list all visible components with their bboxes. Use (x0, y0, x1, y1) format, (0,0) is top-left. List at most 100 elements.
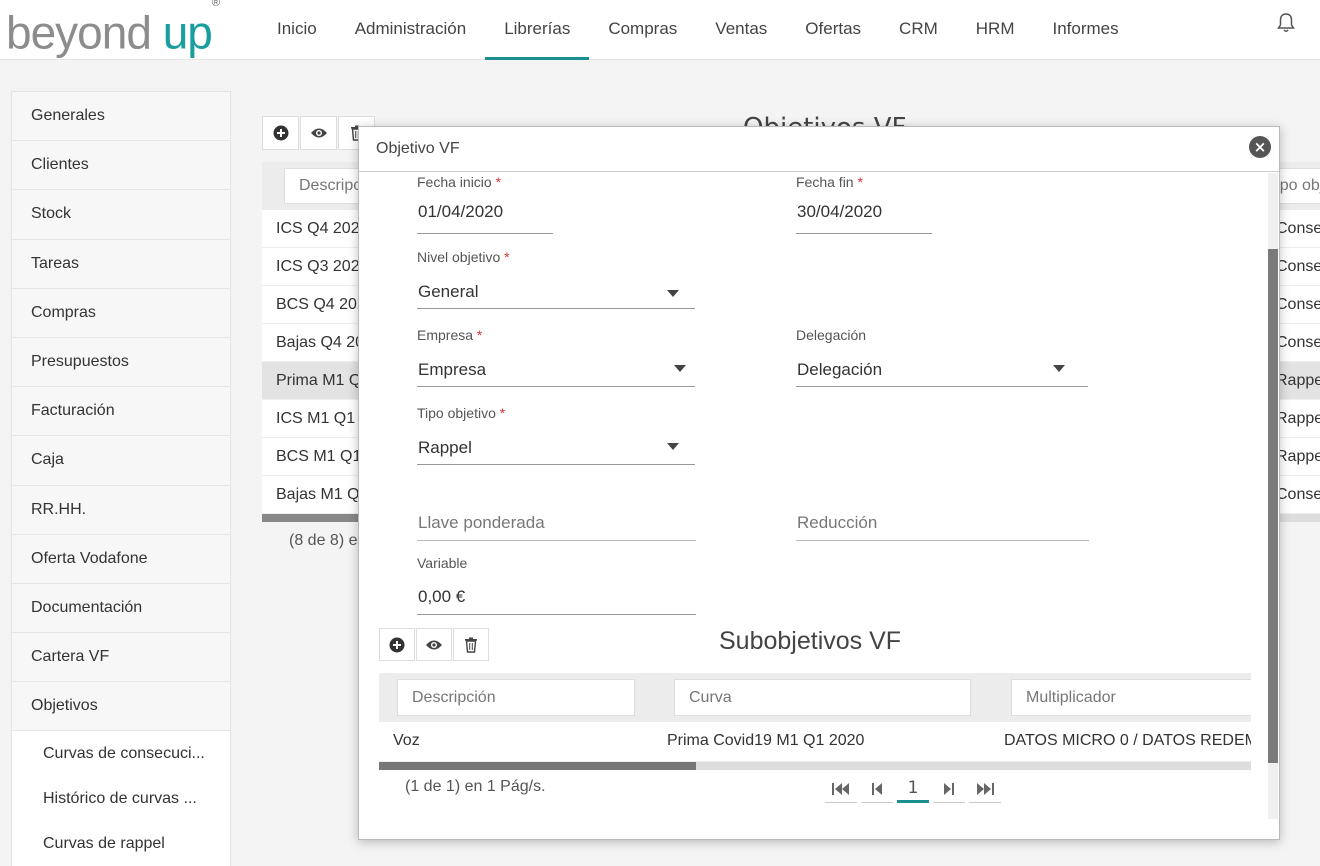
chevron-down-icon[interactable] (1053, 365, 1065, 372)
nav-crm[interactable]: CRM (880, 0, 957, 60)
brand-mark: ® (211, 0, 220, 9)
nav-ofertas[interactable]: Ofertas (786, 0, 880, 60)
tipo-objetivo-select[interactable]: Rappel (417, 432, 695, 465)
eye-icon (310, 128, 327, 138)
chevron-down-icon[interactable] (674, 365, 686, 372)
row-type: Rappel (1276, 410, 1320, 427)
objetivo-dialog: Objetivo VF × Fecha inicio * 01/04/2020 … (358, 126, 1280, 840)
add-subobjetivo-button[interactable] (379, 628, 415, 661)
nivel-objetivo-label: Nivel objetivo * (417, 249, 695, 265)
eye-icon (426, 640, 442, 649)
view-subobjetivo-button[interactable] (416, 628, 452, 661)
delete-subobjetivo-button[interactable] (453, 628, 489, 661)
brand-part1: beyond (6, 6, 152, 59)
scrollbar-thumb[interactable] (379, 762, 696, 770)
dialog-scrollbar[interactable] (1268, 173, 1278, 819)
nivel-objetivo-select[interactable]: General (417, 276, 695, 309)
subobjetivos-record-count: (1 de 1) en 1 Pág/s. (405, 778, 546, 795)
row-description: ICS M1 Q1 (276, 410, 356, 427)
row-description: Bajas M1 Q1 (276, 486, 369, 503)
sidebar-item-presupuestos[interactable]: Presupuestos (12, 337, 230, 388)
required-mark: * (504, 249, 510, 265)
top-bar: beyond up® Inicio Administración Librerí… (0, 0, 1320, 60)
row-type: Consecución (1276, 334, 1320, 351)
plus-circle-icon (273, 125, 288, 141)
sidebar-subitem-historico-curvas[interactable]: Histórico de curvas ... (12, 776, 230, 822)
add-button[interactable] (262, 116, 299, 150)
fecha-inicio-label: Fecha inicio * (417, 174, 553, 190)
required-mark: * (476, 327, 483, 343)
nav-librerias[interactable]: Librerías (485, 0, 590, 60)
nav-compras[interactable]: Compras (589, 0, 696, 60)
view-button[interactable] (300, 116, 337, 150)
next-page-button[interactable] (933, 775, 965, 803)
trash-icon (465, 637, 477, 653)
empresa-field: Empresa * Empresa (417, 327, 695, 388)
fecha-inicio-input[interactable]: 01/04/2020 (417, 202, 553, 234)
descripcion-filter[interactable]: Descripción (397, 679, 635, 716)
empresa-select[interactable]: Empresa (417, 354, 695, 387)
close-icon[interactable]: × (1249, 136, 1271, 158)
curva-filter[interactable]: Curva (674, 679, 971, 716)
chevron-down-icon[interactable] (667, 443, 679, 450)
fecha-inicio-label-text: Fecha inicio (417, 174, 492, 190)
sidebar-item-oferta-vodafone[interactable]: Oferta Vodafone (12, 534, 230, 584)
sidebar-item-documentacion[interactable]: Documentación (12, 583, 230, 634)
fecha-fin-input[interactable]: 30/04/2020 (796, 202, 932, 234)
subobjetivos-scrollbar[interactable] (379, 762, 1251, 770)
row-description: Voz (393, 732, 420, 749)
nav-informes[interactable]: Informes (1033, 0, 1137, 60)
row-multiplicador: DATOS MICRO 0 / DATOS REDEM (1004, 732, 1251, 749)
main-nav: Inicio Administración Librerías Compras … (258, 0, 1138, 60)
row-type: Rappel (1276, 448, 1320, 465)
scrollbar-thumb[interactable] (262, 514, 362, 522)
sidebar-item-tareas[interactable]: Tareas (12, 239, 230, 289)
bell-icon[interactable] (1276, 12, 1296, 34)
table-row[interactable]: Voz Prima Covid19 M1 Q1 2020 DATOS MICRO… (379, 722, 1251, 762)
required-mark: * (857, 174, 863, 190)
multiplicador-filter[interactable]: Multiplicador (1011, 679, 1251, 716)
prev-page-button[interactable] (861, 775, 893, 803)
row-type: Consecución (1276, 296, 1320, 313)
fecha-inicio-field: Fecha inicio * 01/04/2020 (417, 174, 553, 234)
row-description: BCS M1 Q1 (276, 448, 362, 465)
nav-inicio[interactable]: Inicio (258, 0, 336, 60)
sidebar-item-cartera-vf[interactable]: Cartera VF (12, 633, 230, 683)
plus-circle-icon (389, 637, 405, 652)
llave-ponderada-input[interactable]: Llave ponderada (417, 507, 696, 541)
fecha-fin-label: Fecha fin * (796, 174, 932, 190)
reduccion-input[interactable]: Reducción (796, 507, 1089, 541)
sidebar-item-compras[interactable]: Compras (12, 288, 230, 338)
fecha-fin-label-text: Fecha fin (796, 174, 854, 190)
dialog-scrollbar-thumb[interactable] (1268, 249, 1278, 763)
brand-logo[interactable]: beyond up® (6, 0, 220, 59)
sidebar-item-facturacion[interactable]: Facturación (12, 387, 230, 437)
nav-ventas[interactable]: Ventas (696, 0, 786, 60)
row-type: Consecución (1276, 258, 1320, 275)
dialog-header: Objetivo VF × (359, 127, 1279, 172)
sidebar-subitem-curvas-consecucion[interactable]: Curvas de consecuci... (12, 731, 230, 777)
sidebar-item-caja[interactable]: Caja (12, 436, 230, 486)
last-page-button[interactable] (969, 775, 1001, 803)
nav-administracion[interactable]: Administración (336, 0, 486, 60)
sidebar-item-stock[interactable]: Stock (12, 190, 230, 240)
row-type: Rappel (1276, 372, 1320, 389)
sidebar-item-objetivos[interactable]: Objetivos (12, 682, 230, 732)
delegacion-select[interactable]: Delegación (796, 354, 1088, 387)
sidebar-item-generales[interactable]: Generales (12, 92, 230, 142)
page-number-current[interactable]: 1 (897, 775, 929, 803)
sidebar-item-clientes[interactable]: Clientes (12, 141, 230, 191)
prev-page-icon (872, 782, 882, 795)
sidebar-item-rrhh[interactable]: RR.HH. (12, 485, 230, 535)
first-page-button[interactable] (825, 775, 857, 803)
variable-field: Variable 0,00 € (417, 555, 696, 616)
dialog-title: Objetivo VF (376, 140, 460, 157)
sidebar-subitem-curvas-rappel[interactable]: Curvas de rappel (12, 821, 230, 866)
chevron-down-icon[interactable] (667, 290, 679, 297)
subobjetivos-title: Subobjetivos VF (719, 627, 902, 655)
nivel-objetivo-field: Nivel objetivo * General (417, 249, 695, 310)
tipo-objetivo-label: Tipo objetivo * (417, 405, 695, 421)
subobjetivos-table-header: Descripción Curva Multiplicador (379, 673, 1251, 722)
variable-input[interactable]: 0,00 € (417, 580, 696, 615)
nav-hrm[interactable]: HRM (957, 0, 1034, 60)
